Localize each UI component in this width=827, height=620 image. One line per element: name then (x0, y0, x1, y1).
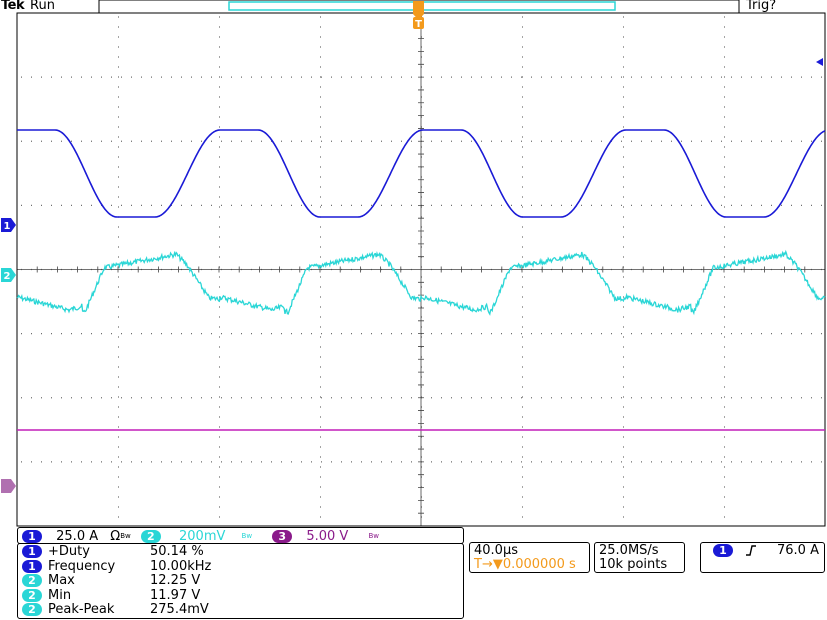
ch2-ground-marker[interactable]: 2 (1, 268, 16, 282)
trigger-delay: T→▼0.000000 s (474, 557, 576, 572)
measurement-source-badge: 2 (22, 574, 42, 587)
timebase-readout[interactable]: 40.0µs T→▼0.000000 s (469, 542, 590, 573)
ch1-bw-limit-icon: Bw (120, 532, 131, 540)
run-status: Run (30, 0, 55, 13)
measurement-name: Peak-Peak (48, 602, 115, 617)
svg-text:1: 1 (4, 221, 11, 232)
measurements-panel: 1 +Duty 50.14 % 1 Frequency 10.00kHz 2 M… (17, 543, 464, 619)
measurement-name: Frequency (48, 559, 116, 574)
trigger-source-badge: 1 (713, 544, 733, 557)
ch1-ground-marker[interactable]: 1 (1, 218, 16, 232)
measurement-name: +Duty (48, 544, 90, 559)
ch2-scale[interactable]: 200mV (179, 529, 225, 544)
measurement-value: 275.4mV (150, 602, 209, 617)
trigger-status: Trig? (746, 0, 777, 13)
measurement-value: 12.25 V (150, 573, 201, 588)
trigger-level: 76.0 A (777, 543, 819, 558)
measurement-row[interactable]: 2 Min 11.97 V (22, 589, 462, 603)
measurement-name: Max (48, 573, 75, 588)
ch3-badge[interactable]: 3 (272, 529, 293, 543)
header-brand: Tek (1, 0, 25, 13)
measurement-value: 10.00kHz (150, 559, 212, 574)
ch2-bw-limit-icon: Bw (241, 532, 253, 540)
measurement-row[interactable]: 1 +Duty 50.14 % (22, 545, 462, 559)
rising-edge-icon (746, 545, 756, 556)
measurement-source-badge: 1 (22, 545, 42, 558)
ch3-ground-marker[interactable] (1, 479, 16, 493)
ch3-scale[interactable]: 5.00 V (306, 529, 348, 544)
graticule (16, 12, 825, 527)
measurement-value: 50.14 % (150, 544, 204, 559)
measurement-name: Min (48, 588, 72, 603)
trigger-level-arrow-icon[interactable] (816, 58, 823, 66)
ch2-badge[interactable]: 2 (140, 529, 161, 543)
record-length: 10k points (599, 557, 668, 572)
horizontal-scale: 40.0µs (474, 543, 518, 558)
measurement-source-badge: 1 (22, 560, 42, 573)
measurement-value: 11.97 V (150, 588, 201, 603)
svg-text:2: 2 (4, 271, 11, 282)
measurement-row[interactable]: 1 Frequency 10.00kHz (22, 560, 462, 574)
measurement-row[interactable]: 2 Max 12.25 V (22, 574, 462, 588)
ch1-coupling: Ω (110, 528, 121, 544)
trigger-position-marker[interactable]: T (413, 1, 424, 30)
ch1-badge[interactable]: 1 (22, 529, 42, 543)
measurement-row[interactable]: 2 Peak-Peak 275.4mV (22, 603, 462, 617)
trigger-marker-label: T (415, 19, 422, 30)
acquisition-readout[interactable]: 25.0MS/s 10k points (594, 542, 685, 573)
measurement-source-badge: 2 (22, 603, 42, 616)
ch1-scale[interactable]: 25.0 A (56, 529, 98, 544)
channel-settings-bar: 1 25.0 A ΩBw 2 200mV Bw 3 5.00 V Bw (17, 527, 464, 544)
trigger-readout[interactable]: 1 76.0 A (700, 542, 825, 573)
sample-rate: 25.0MS/s (599, 543, 659, 558)
ch3-bw-limit-icon: Bw (368, 532, 379, 540)
measurement-source-badge: 2 (22, 589, 42, 602)
